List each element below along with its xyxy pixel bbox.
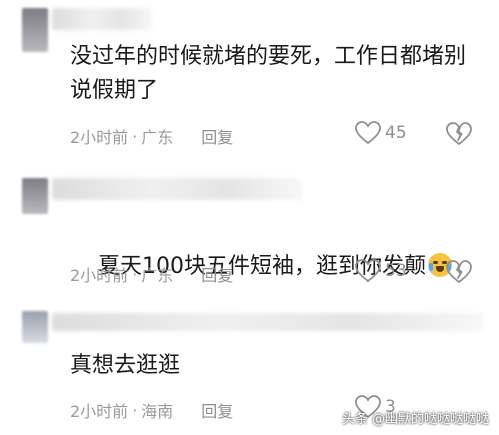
username-blurred[interactable] <box>52 313 482 331</box>
username-blurred[interactable] <box>52 8 152 30</box>
username-blurred[interactable] <box>52 178 302 200</box>
comment-time: 2小时前 <box>70 266 129 285</box>
comment-time: 2小时前 <box>70 128 129 147</box>
avatar[interactable] <box>22 8 48 52</box>
comment-text: 没过年的时候就堵的要死，工作日都堵别说假期了 <box>70 44 467 103</box>
like-button[interactable]: 45 <box>355 121 407 145</box>
broken-heart-icon <box>446 122 472 145</box>
comment-item: 夏天100块五件短袖，逛到你发颠 2小时前 · 广东 回复 53 <box>0 168 499 298</box>
reply-button[interactable]: 回复 <box>201 262 233 286</box>
comment-time: 2小时前 <box>70 402 129 421</box>
broken-heart-icon <box>446 260 472 283</box>
separator: · <box>132 126 138 146</box>
comment-location: 海南 <box>141 402 174 421</box>
avatar[interactable] <box>22 311 48 343</box>
like-count: 53 <box>385 261 407 281</box>
dislike-button[interactable] <box>446 260 472 288</box>
heart-icon <box>355 121 381 145</box>
comment-meta: 2小时前 · 广东 回复 <box>70 124 233 148</box>
separator: · <box>132 264 138 284</box>
heart-icon <box>355 259 381 283</box>
dislike-button[interactable] <box>446 122 472 150</box>
comment-item: 没过年的时候就堵的要死，工作日都堵别说假期了 2小时前 · 广东 回复 45 <box>0 0 499 150</box>
separator: · <box>132 400 138 420</box>
reply-button[interactable]: 回复 <box>201 398 233 422</box>
like-count: 45 <box>385 123 407 143</box>
comment-location: 广东 <box>141 266 174 285</box>
avatar[interactable] <box>22 178 48 214</box>
comment-text: 真想去逛逛 <box>70 353 181 378</box>
watermark: 头条 @幽默的哒哒哒哒哒 <box>341 412 489 427</box>
reply-button[interactable]: 回复 <box>201 124 233 148</box>
comment-meta: 2小时前 · 海南 回复 <box>70 398 233 422</box>
comment-location: 广东 <box>141 128 174 147</box>
like-button[interactable]: 53 <box>355 259 407 283</box>
comment-meta: 2小时前 · 广东 回复 <box>70 262 233 286</box>
